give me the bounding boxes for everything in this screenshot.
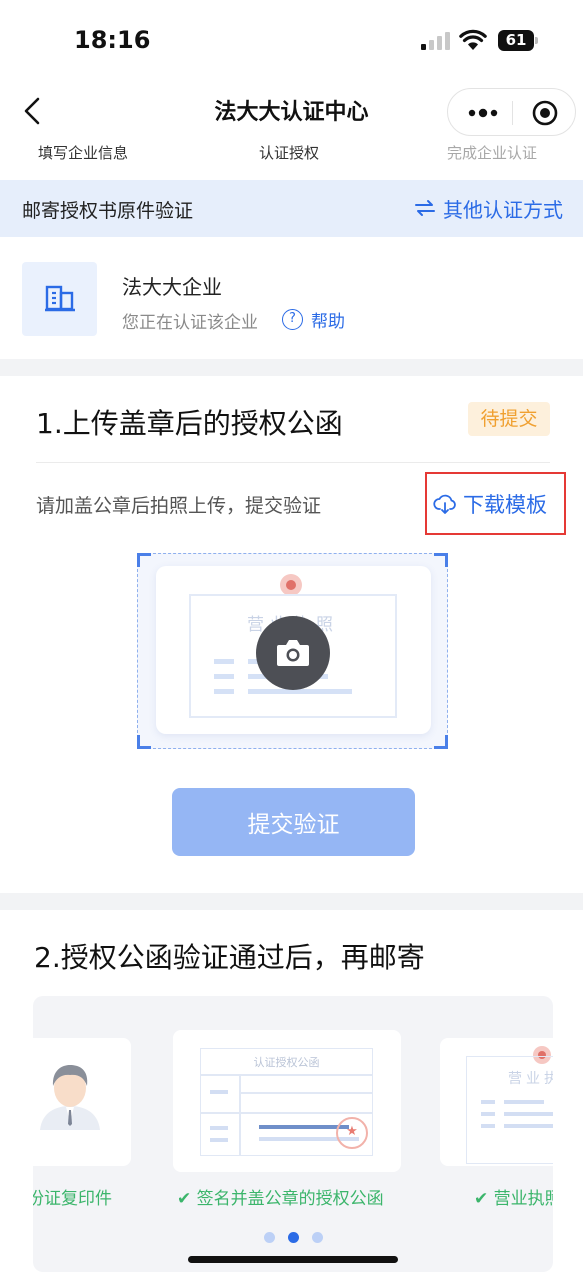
progress-steps: 填写企业信息 认证授权 完成企业认证 <box>0 142 583 166</box>
carousel-pagination[interactable] <box>264 1232 324 1244</box>
download-template-link[interactable]: 下载模板 <box>433 489 547 519</box>
status-bar: 18:16 61 <box>0 0 583 80</box>
cellular-signal-icon <box>421 32 451 50</box>
building-icon <box>45 285 75 312</box>
business-license-title: 营业执 <box>508 1071 553 1087</box>
company-logo <box>22 262 97 336</box>
company-seal-icon <box>336 1117 368 1149</box>
capsule-divider <box>512 101 513 125</box>
wifi-icon <box>459 29 487 50</box>
company-subtitle: 您正在认证该企业 <box>122 313 258 333</box>
battery-level: 61 <box>505 31 527 49</box>
carousel-dot[interactable] <box>264 1232 275 1243</box>
upload-section: 1.上传盖章后的授权公函 待提交 请加盖公章后拍照上传，提交验证 下载模板 营业… <box>0 376 583 893</box>
camera-button[interactable] <box>256 616 330 690</box>
slide-id-copy <box>33 1038 131 1166</box>
camera-icon <box>277 640 309 666</box>
upload-hint: 请加盖公章后拍照上传，提交验证 <box>36 495 322 517</box>
switch-icon <box>415 200 435 216</box>
verification-method-bar: 邮寄授权书原件验证 其他认证方式 <box>0 180 583 237</box>
help-label: 帮助 <box>311 312 345 332</box>
authorization-letter-title: 认证授权公函 <box>253 1056 320 1069</box>
verification-method-title: 邮寄授权书原件验证 <box>22 200 194 222</box>
photo-upload-area[interactable]: 营业执照 <box>137 553 448 749</box>
person-avatar-icon <box>40 1065 100 1130</box>
step-authorization: 认证授权 <box>259 144 320 162</box>
carousel-dot[interactable] <box>312 1232 323 1243</box>
home-indicator <box>188 1256 398 1263</box>
close-mini-program-icon[interactable] <box>532 100 558 126</box>
mailing-section: 2.授权公函验证通过后，再邮寄 认证授权公函 ★ 营业 份证复印件 ✔ 签名并盖… <box>0 910 583 1272</box>
download-template-label: 下载模板 <box>463 493 547 517</box>
mailing-documents-carousel[interactable]: 认证授权公函 营业执 份证复印件 ✔ 签名并盖公章的授权公函 ✔ 营业执照 <box>33 996 553 1272</box>
upload-section-title: 1.上传盖章后的授权公函 <box>36 407 343 440</box>
slide-authorization-letter: 认证授权公函 <box>173 1030 401 1172</box>
help-link[interactable]: ? 帮助 <box>282 307 345 332</box>
other-methods-link[interactable]: 其他认证方式 <box>413 194 563 222</box>
help-icon: ? <box>282 309 303 330</box>
status-time: 18:16 <box>74 26 151 54</box>
slide-business-license: 营业执 <box>440 1038 553 1166</box>
national-emblem-icon <box>280 574 302 596</box>
carousel-dot-active[interactable] <box>288 1232 299 1243</box>
divider <box>36 462 550 463</box>
slide-caption-id-copy: 份证复印件 <box>33 1189 112 1209</box>
other-methods-label: 其他认证方式 <box>443 197 563 222</box>
slide-caption-business-license: ✔ 营业执照 <box>474 1189 553 1209</box>
mailing-section-title: 2.授权公函验证通过后，再邮寄 <box>34 941 425 974</box>
cloud-download-icon <box>433 494 456 514</box>
more-icon[interactable] <box>466 103 500 123</box>
step-fill-company-info: 填写企业信息 <box>38 144 129 162</box>
battery-icon: 61 <box>498 30 538 51</box>
submit-verification-button[interactable]: 提交验证 <box>172 788 415 856</box>
company-card: 法大大企业 您正在认证该企业 ? 帮助 <box>0 237 583 359</box>
company-name: 法大大企业 <box>122 275 222 299</box>
status-badge: 待提交 <box>468 402 550 436</box>
slide-caption-authorization-letter: ✔ 签名并盖公章的授权公函 <box>177 1189 384 1209</box>
mini-program-capsule <box>447 88 576 136</box>
step-complete: 完成企业认证 <box>447 144 538 162</box>
nav-bar: 法大大认证中心 填写企业信息 认证授权 完成企业认证 <box>0 80 583 180</box>
